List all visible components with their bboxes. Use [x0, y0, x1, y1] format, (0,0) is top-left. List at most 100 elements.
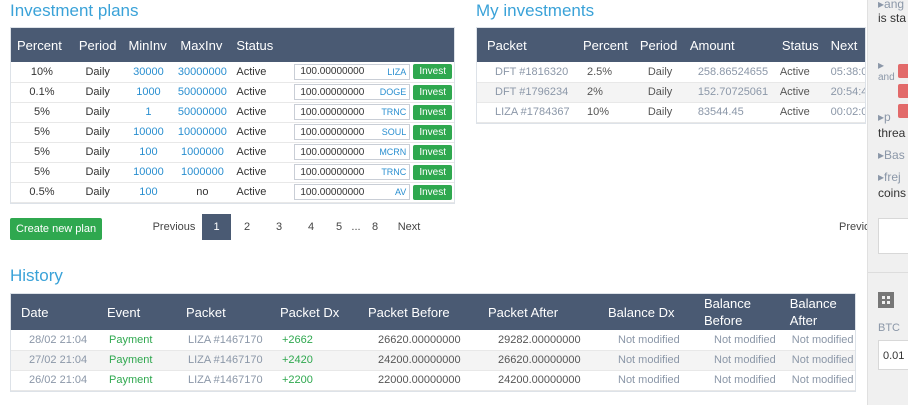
sidebar-link-1[interactable]: ▸ang	[878, 0, 904, 11]
plan-amount-input[interactable]: 100.00000000 LIZA	[294, 63, 411, 80]
hist-packet-after: 29282.00000000	[482, 330, 602, 351]
hist-date: 28/02 21:04	[11, 330, 101, 351]
plan-currency: DOGE	[379, 87, 407, 97]
plan-currency: SOUL	[381, 127, 407, 137]
plan-max: 1000000	[174, 162, 231, 183]
sidebar-input-box[interactable]	[878, 218, 908, 254]
col-date: Date	[21, 304, 49, 320]
sidebar-link-7[interactable]: ▸frej	[878, 170, 901, 184]
plan-row: 5% Daily 10000 1000000 Active 100.00000000 TRN…	[11, 162, 454, 183]
plan-currency: TRNC	[381, 167, 407, 177]
inv-packet[interactable]: DFT #1796234	[477, 82, 577, 103]
inv-amount: 83544.45	[683, 102, 776, 123]
sidebar-snippet-2: is sta	[878, 11, 907, 25]
hist-packet[interactable]: LIZA #1467170	[180, 370, 274, 391]
hist-balance-after: Not modified	[783, 330, 855, 351]
hist-date: 27/02 21:04	[11, 350, 101, 371]
hist-balance-before: Not modified	[698, 350, 784, 371]
col-percent: Percent	[583, 37, 628, 53]
plan-min: 1000	[122, 82, 175, 103]
pager-page-last[interactable]: 8	[361, 214, 389, 240]
plan-row: 0.1% Daily 1000 50000000 Active 100.00000000 D…	[11, 82, 454, 103]
btc-input[interactable]: 0.01	[878, 340, 908, 370]
col-balance-after: Balance After	[789, 296, 837, 328]
invest-button[interactable]: Invest	[413, 84, 452, 100]
investment-plans-title: Investment plans	[10, 1, 139, 20]
invest-button[interactable]: Invest	[413, 124, 452, 140]
sidebar-badge-1[interactable]	[898, 64, 908, 78]
pager-page-5[interactable]: 5	[327, 214, 351, 240]
plan-period: Daily	[72, 142, 123, 163]
plan-min: 100	[122, 142, 175, 163]
col-balance-dx: Balance Dx	[608, 304, 675, 320]
col-percent: Percent	[17, 37, 62, 53]
plans-header-row: Percent Period MinInv MaxInv Status	[11, 28, 454, 62]
invest-button[interactable]: Invest	[413, 64, 452, 80]
pager-page-4[interactable]: 4	[295, 214, 327, 240]
plan-currency: MCRN	[379, 147, 407, 157]
plan-min: 10000	[122, 122, 175, 143]
hist-date: 26/02 21:04	[11, 370, 101, 391]
inv-packet[interactable]: DFT #1816320	[477, 62, 577, 83]
pager-page-3[interactable]: 3	[263, 214, 295, 240]
sidebar-badge-2[interactable]	[898, 84, 908, 98]
plan-max: 30000000	[174, 62, 231, 83]
plan-amount-input[interactable]: 100.00000000 SOUL	[294, 124, 411, 140]
plan-amount-input[interactable]: 100.00000000 TRNC	[294, 104, 411, 120]
plan-status: Active	[230, 182, 285, 203]
invest-button[interactable]: Invest	[413, 164, 452, 180]
inv-amount: 152.70725061	[683, 82, 776, 103]
plan-amount-input[interactable]: 100.00000000 AV	[294, 184, 411, 200]
btc-label: BTC	[878, 322, 900, 334]
plan-min: 30000	[122, 62, 175, 83]
sidebar-link-6[interactable]: ▸Bas	[878, 148, 905, 162]
hist-balance-after: Not modified	[783, 370, 855, 391]
history-table: Date Event Packet Packet Dx Packet Befor…	[10, 293, 856, 392]
sidebar-link-4[interactable]: ▸p	[878, 110, 891, 124]
hist-packet[interactable]: LIZA #1467170	[180, 350, 274, 371]
plan-max: 50000000	[174, 82, 231, 103]
invest-button[interactable]: Invest	[413, 144, 452, 160]
col-balance-before: Balance Before	[704, 296, 751, 328]
grid-icon	[878, 292, 894, 308]
plan-amount-input[interactable]: 100.00000000 MCRN	[294, 144, 411, 160]
plan-amount-input[interactable]: 100.00000000 TRNC	[294, 164, 411, 180]
inv-next: 05:38:00	[824, 62, 865, 83]
col-maxinv: MaxInv	[180, 37, 223, 53]
plan-status: Active	[230, 122, 285, 143]
history-row: 27/02 21:04 Payment LIZA #1467170 +2420 2420…	[11, 350, 855, 371]
sidebar-badge-3[interactable]	[898, 104, 908, 118]
hist-event: Payment	[101, 370, 180, 391]
sidebar-link-3[interactable]: ▸	[878, 58, 884, 72]
hist-packet-before: 24200.00000000	[362, 350, 482, 371]
pager-page-1[interactable]: 1	[202, 214, 231, 240]
investment-row: LIZA #1784367 10% Daily 83544.45 Active 00:02…	[477, 102, 865, 123]
history-row: 28/02 21:04 Payment LIZA #1467170 +2662 2662…	[11, 330, 855, 351]
inv-next: 00:02:04	[824, 102, 865, 123]
plan-row: 5% Daily 1 50000000 Active 100.00000000 TRNC In…	[11, 102, 454, 123]
invest-button[interactable]: Invest	[413, 184, 452, 200]
col-packet: Packet	[487, 37, 527, 53]
inv-percent: 10%	[577, 102, 634, 123]
sidebar-snippet-3: and	[878, 72, 895, 83]
pager-previous[interactable]: Previous	[146, 221, 202, 233]
plans-pagination: Previous 1 2 3 4 5 ... 8 Next	[146, 214, 429, 240]
col-amount: Amount	[689, 37, 735, 53]
my-investments-title: My investments	[476, 1, 595, 20]
plan-percent: 0.1%	[11, 82, 73, 103]
plan-min: 100	[122, 182, 175, 203]
inv-period: Daily	[633, 102, 684, 123]
hist-packet[interactable]: LIZA #1467170	[180, 330, 274, 351]
investment-plans-table: Percent Period MinInv MaxInv Status 10% D…	[10, 27, 455, 204]
create-plan-button[interactable]: Create new plan	[10, 218, 103, 240]
inv-packet[interactable]: LIZA #1784367	[477, 102, 577, 123]
invest-button[interactable]: Invest	[413, 104, 452, 120]
inv-percent: 2%	[577, 82, 634, 103]
plan-status: Active	[230, 82, 285, 103]
plan-amount-input[interactable]: 100.00000000 DOGE	[294, 84, 411, 100]
sidebar-snippet-5: threa	[878, 126, 906, 140]
pager-page-2[interactable]: 2	[231, 214, 263, 240]
pager-next[interactable]: Next	[389, 221, 429, 233]
hist-packet-before: 26620.00000000	[362, 330, 482, 351]
hist-balance-dx: Not modified	[602, 370, 698, 391]
